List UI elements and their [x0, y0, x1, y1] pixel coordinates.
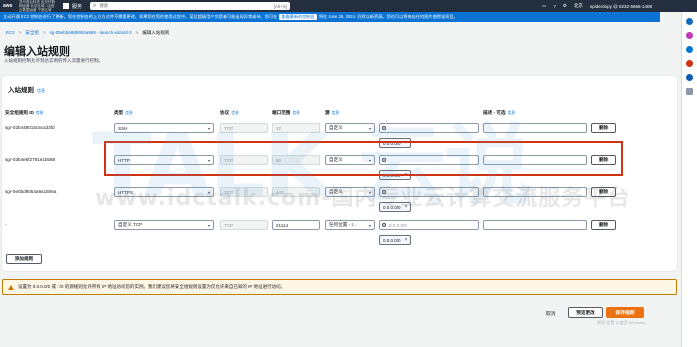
- source-search-input[interactable]: 0.0.0.0/0: [379, 220, 479, 230]
- breadcrumb-current: 编辑入站规则: [142, 30, 170, 35]
- panel-title-text: 入站规则: [8, 87, 34, 94]
- shopping-icon[interactable]: [686, 46, 693, 53]
- description-input[interactable]: [483, 123, 587, 133]
- breadcrumb-separator: >: [18, 30, 22, 35]
- source-select[interactable]: 任何位置 - I... ▾: [325, 220, 375, 230]
- info-link[interactable]: 信息: [292, 111, 300, 115]
- port-range-field: 443: [272, 187, 320, 197]
- breadcrumb: EC2 > 安全组 > sg-05eb5a98b694a965 - launch…: [6, 30, 169, 36]
- right-rail: [681, 12, 697, 347]
- windows-activation-watermark: 转到“设置”以激活 Windows。: [597, 320, 650, 325]
- description-input[interactable]: [483, 220, 587, 230]
- source-search-input[interactable]: [379, 123, 479, 133]
- header-port-range: 端口范围 信息: [272, 110, 300, 115]
- panel-title: 入站规则 信息: [8, 84, 45, 94]
- header-protocol: 协议 信息: [220, 110, 239, 115]
- cidr-token: 0.0.0.0/0 ×: [379, 202, 412, 212]
- warning-icon: [8, 284, 14, 290]
- protocol-field: TCP: [220, 187, 268, 197]
- add-icon[interactable]: [686, 88, 693, 95]
- save-rules-button[interactable]: 保存规则: [606, 307, 644, 318]
- aws-logo[interactable]: aws: [3, 3, 17, 9]
- warning-alert: 设置为 0.0.0.0/0 或 ::/0 的源规则允许所有 IP 地址访问您的实…: [2, 279, 677, 295]
- rule-id: sgr-0e0bd9054a9a1606a: [5, 189, 57, 194]
- add-rule-button[interactable]: 添加规则: [6, 254, 42, 264]
- source-select[interactable]: 自定义 ▾: [325, 187, 375, 197]
- info-link[interactable]: 信息: [36, 111, 44, 115]
- services-menu[interactable]: 服务: [72, 3, 82, 10]
- account-menu[interactable]: spiderdopy @ 6232-5666-1408: [590, 4, 652, 9]
- notice-text: 主动开通 EC2 控制台进行了更新。您在控制台的上方方式并不需要更改。如果您在您…: [3, 14, 278, 19]
- header-source: 源信息: [325, 110, 340, 115]
- delete-button[interactable]: 删除: [591, 123, 616, 133]
- info-link[interactable]: 信息: [37, 88, 45, 93]
- search-icon: [382, 126, 386, 130]
- chevron-down-icon: ▾: [207, 125, 210, 131]
- source-select[interactable]: 自定义 ▾: [325, 123, 375, 133]
- breadcrumb-security-group-id[interactable]: sg-05eb5a98b694a965 - launch-wizard-3: [50, 30, 132, 36]
- port-range-input[interactable]: 21114: [272, 220, 320, 230]
- page-title: 编辑入站规则: [4, 46, 70, 58]
- search-placeholder: 搜索: [99, 3, 109, 8]
- services-grid-icon[interactable]: [63, 3, 69, 9]
- search-hotkey: [Alt+S]: [273, 3, 288, 9]
- search-icon: [382, 223, 386, 227]
- port-range-field: 22: [272, 123, 320, 133]
- chevron-down-icon: ▾: [207, 189, 210, 195]
- top-navigation-bar: aws 亚马逊云科技 由光环新网运营 北京区域 / 由西云数据运营 宁夏区域 服…: [0, 0, 697, 12]
- protocol-field: TCP: [220, 220, 268, 230]
- edge-icon[interactable]: [686, 18, 693, 25]
- delete-button[interactable]: 删除: [591, 220, 616, 230]
- info-link[interactable]: 信息: [332, 111, 340, 115]
- copilot-icon[interactable]: [686, 32, 693, 39]
- search-icon: ⚲: [93, 3, 97, 8]
- settings-icon[interactable]: ⚙: [563, 3, 567, 9]
- preview-changes-button[interactable]: 预览更改: [568, 307, 603, 318]
- description-input[interactable]: [483, 187, 587, 197]
- highlight-box: [104, 141, 623, 176]
- type-select[interactable]: HTTPS ▾: [114, 187, 214, 197]
- header-description: 描述 - 可选 信息: [483, 110, 516, 115]
- chevron-down-icon: ▾: [368, 222, 371, 228]
- notice-link[interactable]: 查看最新的控制台: [279, 14, 317, 20]
- protocol-field: TCP: [220, 123, 268, 133]
- outlook-icon[interactable]: [686, 74, 693, 81]
- info-link[interactable]: 信息: [125, 111, 133, 115]
- breadcrumb-separator: >: [135, 30, 139, 35]
- info-link[interactable]: 信息: [507, 111, 515, 115]
- header-type: 类型 信息: [114, 110, 133, 115]
- header-rule-id: 安全组规则 ID 信息: [5, 110, 44, 115]
- notice-tail: 将在 June 25, 2024. 仍然以新资源。您也可以将来自任何图片使得该项…: [318, 14, 458, 19]
- breadcrumb-security-groups[interactable]: 安全组: [25, 30, 39, 36]
- type-select[interactable]: 自定义 TCP ▾: [114, 220, 214, 230]
- rule-id: -: [5, 222, 7, 227]
- type-select[interactable]: SSH ▾: [114, 123, 214, 133]
- search-icon: [382, 190, 386, 194]
- chevron-down-icon: ▾: [368, 189, 371, 195]
- chevron-down-icon: ▾: [207, 222, 210, 228]
- breadcrumb-ec2[interactable]: EC2: [6, 30, 15, 36]
- warning-text: 设置为 0.0.0.0/0 或 ::/0 的源规则允许所有 IP 地址访问您的实…: [18, 284, 286, 289]
- brand-text: 亚马逊云科技 由光环新网运营 北京区域 / 由西云数据运营 宁夏区域: [19, 0, 55, 12]
- help-icon[interactable]: ?: [553, 4, 556, 9]
- notice-banner: 主动开通 EC2 控制台进行了更新。您在控制台的上方方式并不需要更改。如果您在您…: [0, 12, 660, 22]
- close-icon[interactable]: ×: [405, 204, 408, 210]
- delete-button[interactable]: 删除: [591, 187, 616, 197]
- chevron-down-icon: ▾: [368, 125, 371, 131]
- rule-id: sgr-02b449015c5ca33fd: [5, 125, 55, 130]
- cidr-token: 0.0.0.0/0 ×: [379, 235, 412, 245]
- close-icon[interactable]: ×: [405, 237, 408, 243]
- global-search-input[interactable]: ⚲ 搜索 [Alt+S]: [90, 2, 291, 10]
- rule-id: sgr-03b4e6f2791e1b588: [5, 157, 56, 162]
- info-link[interactable]: 信息: [231, 111, 239, 115]
- notifications-icon[interactable]: ▭: [542, 3, 546, 9]
- breadcrumb-separator: >: [42, 30, 46, 35]
- source-search-input[interactable]: [379, 187, 479, 197]
- region-selector[interactable]: 北京: [574, 3, 583, 9]
- page-subtitle: 入站规则控制允许到达实例的传入流量进行控制。: [4, 58, 103, 63]
- cancel-button[interactable]: 取消: [546, 310, 556, 317]
- tools-icon[interactable]: [686, 60, 693, 67]
